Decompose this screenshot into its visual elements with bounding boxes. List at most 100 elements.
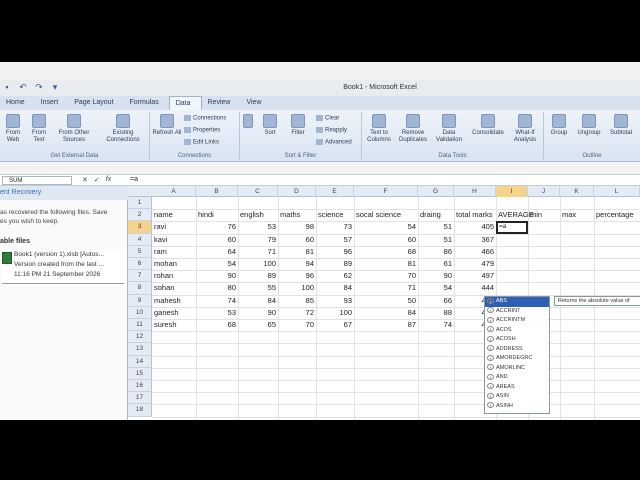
cell-b5[interactable]: 64 [198,246,236,257]
row-header-2[interactable]: 2 [128,209,152,222]
cell-a10[interactable]: ganesh [154,307,194,318]
cell-f5[interactable]: 68 [356,246,416,257]
cell-e9[interactable]: 93 [318,295,352,306]
cell-e6[interactable]: 89 [318,258,352,269]
cell-e4[interactable]: 57 [318,234,352,245]
autocomplete-item[interactable]: f ACOSH [485,335,549,345]
column-header-e[interactable]: E [316,186,354,197]
advanced-button[interactable]: Advanced [316,139,352,146]
row-header-4[interactable]: 4 [128,233,152,246]
cell-b3[interactable]: 76 [198,221,236,232]
sort-button[interactable]: Sort [258,114,282,137]
remove-duplicates-button[interactable]: Remove Duplicates [396,114,430,144]
tab-view[interactable]: View [240,96,271,110]
row-header-5[interactable]: 5 [128,245,152,258]
cell-g4[interactable]: 51 [420,234,452,245]
autocomplete-item[interactable]: f AMORLINC [485,364,549,374]
cell-b6[interactable]: 54 [198,258,236,269]
enter-icon[interactable]: ✓ [94,176,100,184]
cell-f6[interactable]: 81 [356,258,416,269]
cell-a5[interactable]: ram [154,246,194,257]
cell-f11[interactable]: 87 [356,319,416,330]
what-if-analysis-button[interactable]: What-If Analysis [508,114,542,144]
cell-b11[interactable]: 68 [198,319,236,330]
cell-g8[interactable]: 54 [420,282,452,293]
autocomplete-item[interactable]: f ASINH [485,402,549,412]
recovered-file-item[interactable]: Book1 (version 1).xlsb [Autos... Version… [2,250,124,284]
cell-d6[interactable]: 94 [280,258,314,269]
cell-b8[interactable]: 80 [198,282,236,293]
cell-l2[interactable]: percentage [596,209,638,220]
cell-e5[interactable]: 96 [318,246,352,257]
cell-c7[interactable]: 89 [240,270,276,281]
row-header-15[interactable]: 15 [128,367,152,380]
group-button[interactable]: Group [546,114,572,137]
row-header-6[interactable]: 6 [128,258,152,271]
cell-f8[interactable]: 71 [356,282,416,293]
cell-h8[interactable]: 444 [456,282,494,293]
refresh-all-button[interactable]: Refresh All [152,114,182,137]
tab-formulas[interactable]: Formulas [124,96,169,110]
cell-e2[interactable]: science [318,209,352,220]
cell-d3[interactable]: 98 [280,221,314,232]
filter-button[interactable]: Filter [286,114,310,137]
cell-b9[interactable]: 74 [198,295,236,306]
cell-g10[interactable]: 88 [420,307,452,318]
reapply-button[interactable]: Reapply [316,127,347,134]
cell-j2[interactable]: min [530,209,558,220]
cell-f3[interactable]: 54 [356,221,416,232]
column-header-c[interactable]: C [238,186,278,197]
cell-e8[interactable]: 84 [318,282,352,293]
connections-button[interactable]: Connections [184,115,226,122]
from-web-button[interactable]: From Web [2,114,24,144]
row-header-17[interactable]: 17 [128,392,152,405]
cell-a7[interactable]: rohan [154,270,194,281]
tab-data[interactable]: Data [168,96,202,110]
autocomplete-item[interactable]: f AMORDEGRC [485,354,549,364]
column-header-b[interactable]: B [196,186,238,197]
cell-h5[interactable]: 466 [456,246,494,257]
autocomplete-item[interactable]: f ACCRINT [485,307,549,317]
cell-b10[interactable]: 53 [198,307,236,318]
cell-g2[interactable]: draing [420,209,452,220]
from-text-button[interactable]: From Text [28,114,50,144]
cell-d5[interactable]: 81 [280,246,314,257]
cell-b2[interactable]: hindi [198,209,236,220]
tab-home[interactable]: Home [0,96,35,110]
tab-page-layout[interactable]: Page Layout [68,96,123,110]
name-box[interactable]: SUM [2,176,72,185]
cell-c6[interactable]: 100 [240,258,276,269]
cell-a11[interactable]: suresh [154,319,194,330]
tab-insert[interactable]: Insert [35,96,69,110]
sort-az-button[interactable] [242,114,254,130]
column-header-h[interactable]: H [454,186,496,197]
cell-c3[interactable]: 53 [240,221,276,232]
cell-d7[interactable]: 96 [280,270,314,281]
cell-c8[interactable]: 55 [240,282,276,293]
column-header-d[interactable]: D [278,186,316,197]
row-header-10[interactable]: 10 [128,306,152,319]
cell-g7[interactable]: 90 [420,270,452,281]
formula-input[interactable]: =a [130,176,138,183]
existing-connections-button[interactable]: Existing Connections [100,114,146,144]
autocomplete-item[interactable]: f AND [485,373,549,383]
edit-links-button[interactable]: Edit Links [184,139,219,146]
row-header-8[interactable]: 8 [128,282,152,295]
row-header-12[interactable]: 12 [128,331,152,344]
cell-g9[interactable]: 66 [420,295,452,306]
worksheet-grid[interactable]: ABCDEFGHIJKL 1 2 3 4 5 6 7 8 9 10 11 12 13 14 15 16 17 18… [128,186,640,420]
cell-f9[interactable]: 50 [356,295,416,306]
cell-g3[interactable]: 51 [420,221,452,232]
cell-d11[interactable]: 70 [280,319,314,330]
cell-a8[interactable]: sohan [154,282,194,293]
cell-f7[interactable]: 70 [356,270,416,281]
column-header-a[interactable]: A [152,186,196,197]
clear-button[interactable]: Clear [316,115,339,122]
autocomplete-item[interactable]: f ACCRINTM [485,316,549,326]
cell-a2[interactable]: name [154,209,194,220]
cell-h7[interactable]: 497 [456,270,494,281]
data-validation-button[interactable]: Data Validation [432,114,466,144]
cell-k2[interactable]: max [562,209,592,220]
cell-d2[interactable]: maths [280,209,314,220]
row-header-9[interactable]: 9 [128,294,152,307]
